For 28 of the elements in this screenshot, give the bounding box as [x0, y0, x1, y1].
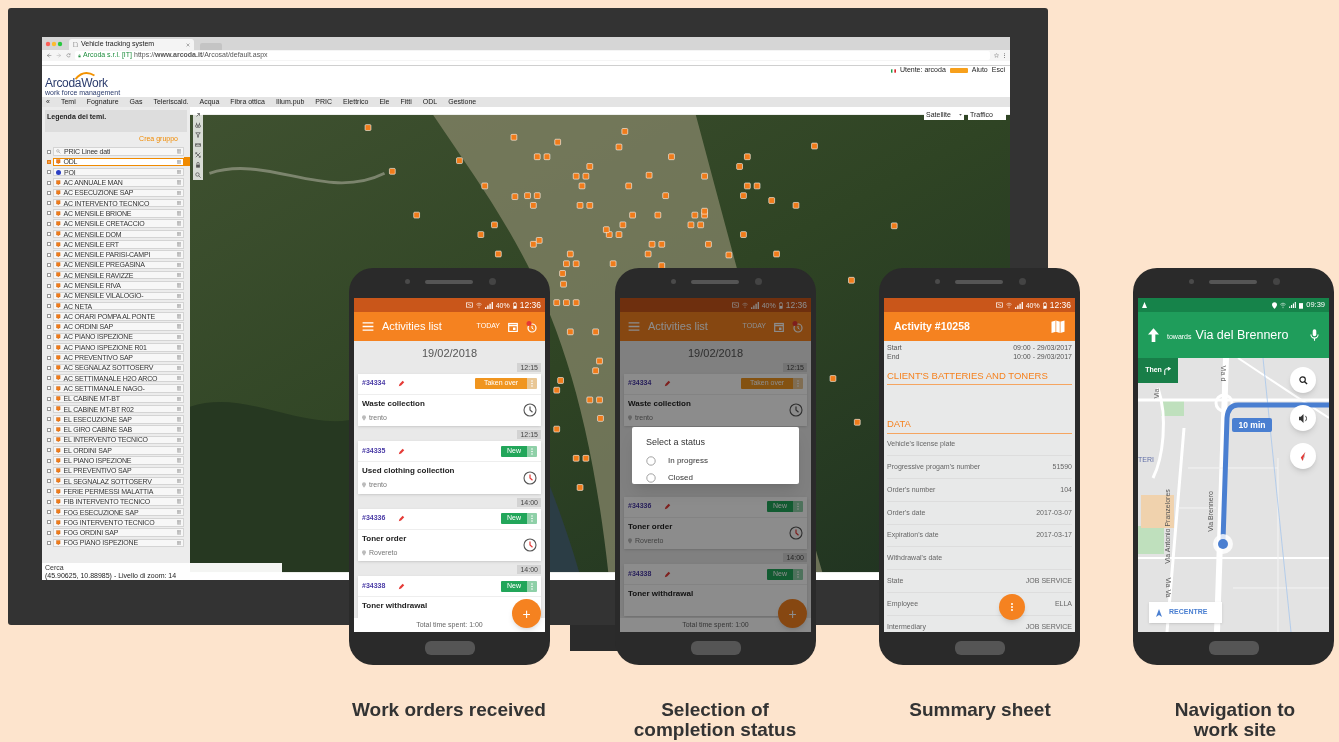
dialog-title: Select a status	[646, 436, 707, 449]
screen-title: Activities list	[648, 319, 709, 335]
clock-time: 12:36	[1049, 300, 1071, 310]
activity-title: Toner order	[628, 520, 674, 533]
caption: Work orders received	[351, 700, 547, 720]
logo-product: Work	[81, 76, 108, 89]
section-heading: DATA	[887, 417, 1072, 434]
clock-time: 12:36	[785, 300, 807, 310]
option-label: In progress	[668, 454, 709, 467]
screen-title: Activity #10258	[894, 318, 971, 334]
caption: Selection of completion status	[632, 700, 798, 740]
date-heading: 19/02/2018	[420, 346, 479, 361]
activity-title: Waste collection	[628, 397, 692, 410]
activity-title: Toner withdrawal	[628, 588, 695, 600]
activity-title: Toner withdrawal	[362, 600, 429, 612]
clock-time: 12:36	[519, 300, 541, 310]
street-name: Via del Brennero	[1195, 326, 1290, 344]
caption: Navigation to work site	[1173, 700, 1297, 740]
screen-title: Activities list	[382, 319, 443, 335]
activity-title: Used clothing collection	[362, 465, 456, 477]
option-label: Closed	[668, 471, 693, 484]
caption: Summary sheet	[908, 700, 1052, 720]
activity-title: Waste collection	[362, 397, 426, 410]
activity-title: Toner order	[362, 532, 408, 545]
eta-label: 10 min	[1232, 418, 1272, 432]
section-heading: CLIENT'S BATTERIES AND TONERS	[887, 369, 1072, 386]
date-heading: 19/02/2018	[686, 346, 745, 361]
logo-name: Arcoda	[45, 76, 82, 89]
